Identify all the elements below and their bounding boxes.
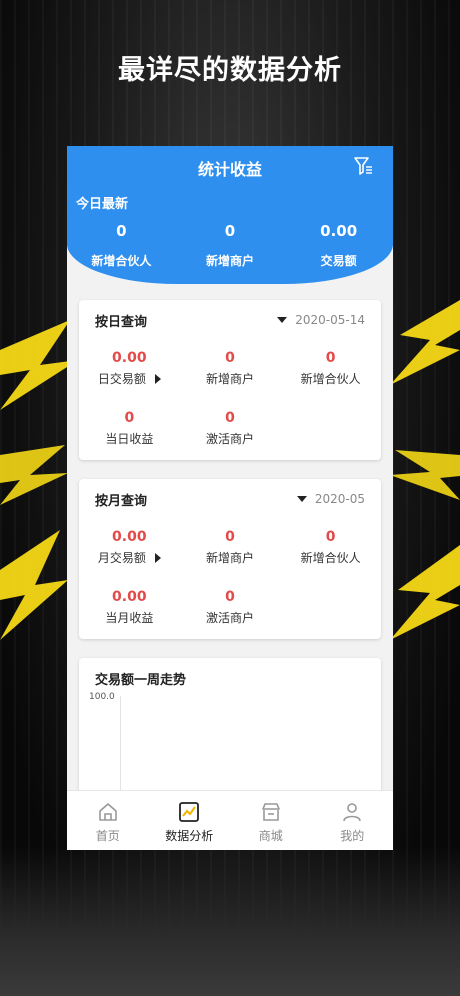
tab-label: 数据分析 [165, 829, 214, 843]
app-screen: 统计收益 今日最新 0 新增合伙人 0 新增商户 0.00 交易额 按日查询 2… [67, 146, 393, 850]
today-stats: 0 新增合伙人 0 新增商户 0.00 交易额 [67, 222, 393, 269]
tab-label: 我的 [340, 829, 365, 843]
cell-label: 新增商户 [205, 372, 254, 386]
cell-label: 月交易额 [97, 551, 146, 565]
monthly-partners-cell: 0 新增合伙人 [280, 519, 381, 579]
today-stat-label: 交易额 [320, 254, 357, 268]
arrow-right-icon [154, 552, 161, 563]
lightning-bolt-right-bottom [390, 545, 460, 640]
today-stat-merchants: 0 新增商户 [176, 222, 285, 269]
monthly-volume-cell[interactable]: 0.00 月交易额 [79, 519, 180, 579]
cell-label: 新增商户 [205, 551, 254, 565]
lightning-bolt-right-top [390, 300, 460, 385]
cell-value: 0.00 [112, 589, 147, 605]
cell-label: 当月收益 [105, 611, 154, 625]
cell-label: 激活商户 [205, 432, 254, 446]
cell-label: 激活商户 [205, 611, 254, 625]
cell-value: 0 [124, 410, 135, 426]
dropdown-caret-icon [277, 317, 288, 323]
today-label: 今日最新 [76, 197, 129, 212]
dropdown-caret-icon [296, 496, 307, 502]
monthly-query-card: 按月查询 2020-05 0.00 月交易额 0 新增商户 0 新增合伙人 0.… [79, 479, 381, 639]
lightning-bolt-left-mid [0, 445, 68, 505]
page-title: 统计收益 [197, 160, 262, 179]
cell-label: 日交易额 [97, 372, 146, 386]
chart-icon [179, 802, 200, 822]
monthly-date-picker[interactable]: 2020-05 [296, 492, 365, 506]
tab-label: 商城 [258, 829, 283, 843]
daily-date-picker[interactable]: 2020-05-14 [277, 313, 365, 327]
cell-value: 0.00 [112, 529, 147, 545]
headline: 最详尽的数据分析 [118, 55, 342, 86]
daily-query-card: 按日查询 2020-05-14 0.00 日交易额 0 新增商户 0 新增合伙人… [79, 300, 381, 460]
cell-label: 当日收益 [105, 432, 154, 446]
weekly-trend-title: 交易额一周走势 [95, 672, 187, 688]
chart-y-max-label: 100.0 [89, 692, 115, 702]
cell-value: 0.00 [112, 350, 147, 366]
cell-value: 0 [325, 529, 336, 545]
arrow-right-icon [154, 373, 161, 384]
stage-floor [0, 846, 460, 996]
cell-label: 新增合伙人 [300, 372, 361, 386]
daily-earnings-cell: 0 当日收益 [79, 400, 180, 460]
monthly-date: 2020-05 [314, 492, 365, 506]
cell-value: 0 [225, 529, 235, 545]
today-stat-value: 0 [224, 222, 236, 240]
store-icon [261, 803, 280, 821]
lightning-bolt-left-bottom [0, 530, 68, 640]
cell-value: 0 [225, 410, 235, 426]
weekly-trend-card: 交易额一周走势 100.0 [79, 658, 381, 808]
today-stat-value: 0 [116, 222, 127, 240]
monthly-merchants-cell: 0 新增商户 [180, 519, 281, 579]
daily-activated-cell: 0 激活商户 [180, 400, 281, 460]
daily-date: 2020-05-14 [295, 313, 365, 327]
cell-label: 新增合伙人 [300, 551, 361, 565]
user-icon [343, 803, 362, 822]
bottom-tab-bar: 首页 数据分析 商城 我的 [67, 790, 393, 850]
monthly-query-title: 按月查询 [95, 493, 148, 509]
cell-value: 0 [225, 589, 235, 605]
lightning-bolt-right-mid [390, 450, 460, 500]
daily-query-title: 按日查询 [95, 314, 148, 330]
home-icon [98, 803, 117, 821]
daily-partners-cell: 0 新增合伙人 [280, 340, 381, 400]
today-stat-volume: 0.00 交易额 [284, 222, 393, 269]
today-stat-partners: 0 新增合伙人 [67, 222, 176, 269]
filter-icon[interactable] [353, 156, 373, 176]
monthly-earnings-cell: 0.00 当月收益 [79, 579, 180, 639]
cell-value: 0 [225, 350, 235, 366]
monthly-activated-cell: 0 激活商户 [180, 579, 281, 639]
today-stat-value: 0.00 [320, 222, 358, 240]
header-banner: 统计收益 今日最新 0 新增合伙人 0 新增商户 0.00 交易额 [67, 146, 393, 284]
tab-label: 首页 [95, 829, 120, 843]
daily-merchants-cell: 0 新增商户 [180, 340, 281, 400]
tab-data-analysis[interactable]: 数据分析 [149, 791, 231, 850]
tab-store[interactable]: 商城 [230, 791, 312, 850]
tab-profile[interactable]: 我的 [312, 791, 394, 850]
cell-value: 0 [325, 350, 336, 366]
today-stat-label: 新增合伙人 [91, 254, 152, 268]
today-stat-label: 新增商户 [206, 254, 255, 268]
daily-volume-cell[interactable]: 0.00 日交易额 [79, 340, 180, 400]
tab-home[interactable]: 首页 [67, 791, 149, 850]
